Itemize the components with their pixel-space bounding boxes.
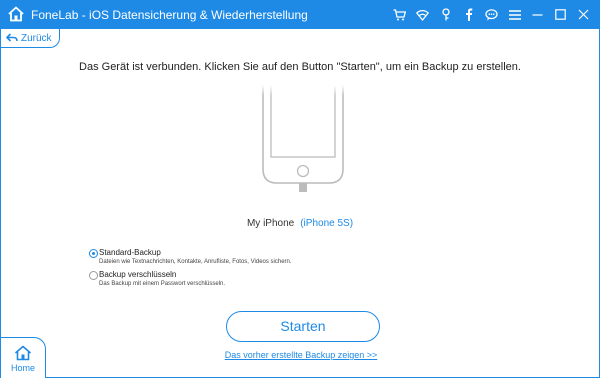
wifi-icon[interactable]: [415, 7, 430, 22]
device-model: (iPhone 5S): [300, 218, 354, 229]
maximize-icon[interactable]: [553, 7, 568, 22]
minimize-icon[interactable]: [530, 7, 545, 22]
option-title: Standard-Backup: [99, 248, 161, 257]
home-button[interactable]: Home: [1, 337, 46, 378]
option-description: Das Backup mit einem Passwort verschlüss…: [99, 281, 226, 287]
previous-backup-link[interactable]: Das vorher erstellte Backup zeigen >>: [1, 350, 600, 360]
app-window: FoneLab - iOS Datensicherung & Wiederher…: [0, 0, 600, 378]
facebook-icon[interactable]: [461, 7, 476, 22]
device-name: My iPhone: [246, 218, 295, 229]
standard-backup-radio[interactable]: [89, 249, 98, 258]
back-arrow-icon: [6, 33, 18, 42]
connection-message: Das Gerät ist verbunden. Klicken Sie auf…: [79, 61, 521, 73]
window-title: FoneLab - iOS Datensicherung & Wiederher…: [31, 8, 308, 22]
home-app-icon: [7, 5, 25, 28]
cart-icon[interactable]: [392, 7, 407, 22]
encrypt-backup-radio[interactable]: [89, 271, 98, 280]
option-title: Backup verschlüsseln: [99, 270, 177, 279]
close-icon[interactable]: [576, 7, 591, 22]
start-button[interactable]: Starten: [226, 311, 380, 342]
title-bar-icons: [392, 7, 591, 22]
title-bar: FoneLab - iOS Datensicherung & Wiederher…: [1, 1, 599, 29]
device-info: My iPhone (iPhone 5S): [1, 218, 599, 229]
key-icon[interactable]: [438, 7, 453, 22]
phone-illustration: [261, 84, 345, 193]
menu-icon[interactable]: [507, 7, 522, 22]
chat-icon[interactable]: [484, 7, 499, 22]
option-description: Dateien wie Textnachrichten, Kontakte, A…: [99, 259, 292, 265]
back-label: Zurück: [21, 32, 52, 44]
home-label: Home: [10, 363, 35, 373]
home-icon: [14, 345, 32, 361]
back-button[interactable]: Zurück: [1, 29, 60, 48]
